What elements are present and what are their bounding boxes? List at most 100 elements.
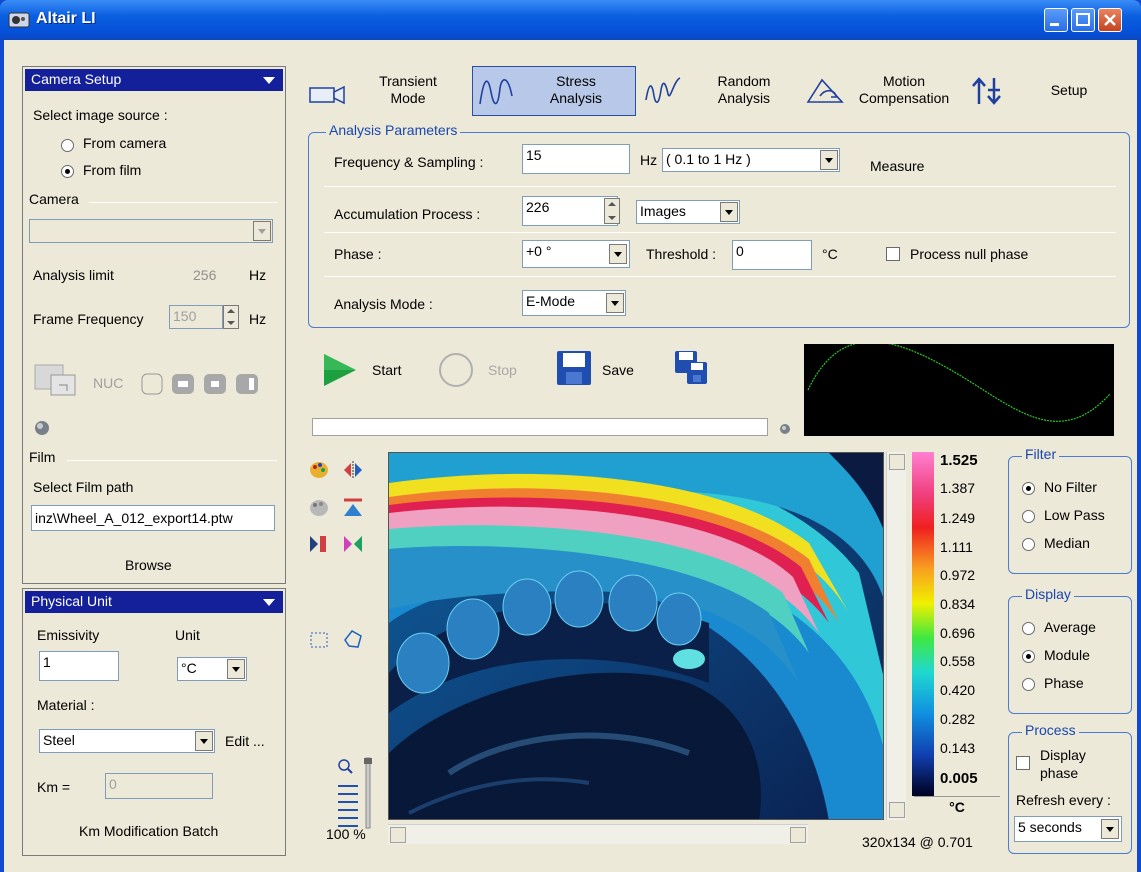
camera-setup-panel: Camera Setup Select image source : From … <box>22 66 286 584</box>
radio-low-pass[interactable] <box>1022 510 1035 523</box>
accumulation-unit-arrow[interactable] <box>720 202 738 222</box>
frame-frequency-stepper[interactable] <box>223 305 239 329</box>
scale-value: 0.972 <box>940 567 976 583</box>
frequency-range-select[interactable]: ( 0.1 to 1 Hz ) <box>662 148 840 172</box>
scale-value: 0.282 <box>940 711 976 727</box>
low-pass-label: Low Pass <box>1044 507 1105 523</box>
from-film-label: From film <box>83 162 142 178</box>
palette-icon[interactable] <box>308 460 330 483</box>
analysis-limit-unit: Hz <box>249 267 267 283</box>
stop-button[interactable]: Stop <box>488 362 517 378</box>
camera-setup-header[interactable]: Camera Setup <box>25 69 283 91</box>
refresh-label: Refresh every : <box>1016 792 1111 808</box>
scale-value: 0.834 <box>940 596 976 612</box>
scale-value: 0.143 <box>940 740 976 756</box>
title-bar[interactable]: Altair LI <box>0 0 1141 40</box>
scroll-left-arrow[interactable] <box>390 827 406 843</box>
app-icon <box>8 10 30 30</box>
frame-frequency-label: Frame Frequency <box>33 311 144 327</box>
material-label: Material : <box>37 697 95 713</box>
save-icon[interactable] <box>556 350 592 389</box>
nuc-mode-button-4[interactable] <box>235 373 259 398</box>
start-button[interactable]: Start <box>372 362 402 378</box>
select-source-label: Select image source : <box>33 107 168 123</box>
process-null-phase-checkbox[interactable] <box>886 247 900 261</box>
flip-vertical-icon[interactable] <box>342 498 364 521</box>
mirror-right-icon[interactable] <box>342 534 364 557</box>
analysis-mode-label: Analysis Mode : <box>334 296 433 312</box>
setup-icon[interactable] <box>970 76 1004 109</box>
radio-phase[interactable] <box>1022 678 1035 691</box>
save-all-icon[interactable] <box>674 350 710 389</box>
nuc-mode-button-3[interactable] <box>203 373 227 398</box>
stop-icon[interactable] <box>438 352 474 391</box>
stress-analysis-button[interactable]: Stress Analysis <box>536 73 616 107</box>
scroll-up-arrow[interactable] <box>889 454 905 470</box>
km-batch-button[interactable]: Km Modification Batch <box>79 823 218 839</box>
phase-select-arrow[interactable] <box>609 244 627 264</box>
phase-option-label: Phase <box>1044 675 1084 691</box>
radio-from-film[interactable] <box>61 165 74 178</box>
nuc-mode-button-2[interactable] <box>171 373 195 398</box>
scroll-right-arrow[interactable] <box>790 827 806 843</box>
stress-analysis-icon[interactable] <box>478 74 514 111</box>
threshold-input[interactable]: 0 <box>732 240 812 270</box>
radio-module[interactable] <box>1022 650 1035 663</box>
rectangle-select-icon[interactable] <box>308 630 330 653</box>
zoom-slider[interactable] <box>334 756 374 833</box>
film-path-input[interactable]: inz\Wheel_A_012_export14.ptw <box>31 505 275 531</box>
transient-mode-icon[interactable] <box>308 82 348 109</box>
image-horizontal-scrollbar[interactable] <box>388 824 808 844</box>
minimize-button[interactable] <box>1044 8 1068 32</box>
emissivity-input[interactable]: 1 <box>39 651 119 681</box>
motion-compensation-icon[interactable] <box>804 76 846 109</box>
measure-button[interactable]: Measure <box>870 158 924 174</box>
physical-unit-panel: Physical Unit Emissivity Unit 1 °C Mater… <box>22 588 286 856</box>
from-camera-label: From camera <box>83 135 167 151</box>
random-analysis-icon[interactable] <box>644 74 684 111</box>
camera-select-arrow[interactable] <box>253 221 271 241</box>
thermal-image[interactable] <box>388 452 884 820</box>
unit-select-arrow[interactable] <box>227 659 245 679</box>
play-icon[interactable] <box>322 352 358 391</box>
save-button[interactable]: Save <box>602 362 634 378</box>
material-select[interactable]: Steel <box>39 729 215 753</box>
material-edit-button[interactable]: Edit ... <box>225 733 265 749</box>
radio-median[interactable] <box>1022 538 1035 551</box>
km-input[interactable]: 0 <box>105 773 213 799</box>
process-title: Process <box>1022 722 1079 738</box>
frame-frequency-field[interactable]: 150 <box>169 305 223 329</box>
radio-from-camera[interactable] <box>61 139 74 152</box>
material-select-arrow[interactable] <box>195 731 213 751</box>
filter-title: Filter <box>1022 446 1060 462</box>
scroll-down-arrow[interactable] <box>889 802 905 818</box>
mirror-left-icon[interactable] <box>308 534 330 557</box>
transient-mode-button[interactable]: Transient Mode <box>368 73 448 107</box>
phase-label: Phase : <box>334 246 382 262</box>
scale-value: 1.387 <box>940 480 976 496</box>
display-phase-checkbox[interactable] <box>1016 756 1030 770</box>
refresh-select-arrow[interactable] <box>1101 819 1119 839</box>
frequency-range-arrow[interactable] <box>820 150 838 170</box>
physical-unit-header[interactable]: Physical Unit <box>25 591 283 613</box>
random-analysis-button[interactable]: Random Analysis <box>704 73 784 107</box>
image-vertical-scrollbar[interactable] <box>886 452 906 820</box>
nuc-mode-button-1[interactable] <box>141 373 163 398</box>
camera-select[interactable] <box>29 219 273 243</box>
palette-gray-icon[interactable] <box>308 498 330 521</box>
scale-value: 1.111 <box>940 539 973 555</box>
polygon-select-icon[interactable] <box>342 628 364 653</box>
flip-horizontal-icon[interactable] <box>342 460 364 483</box>
browse-button[interactable]: Browse <box>125 557 172 573</box>
radio-no-filter[interactable] <box>1022 482 1035 495</box>
scale-value: 0.558 <box>940 653 976 669</box>
motion-compensation-button[interactable]: Motion Compensation <box>844 73 964 107</box>
progress-bar <box>312 418 768 436</box>
analysis-mode-arrow[interactable] <box>606 293 624 313</box>
setup-button[interactable]: Setup <box>1034 82 1104 99</box>
accumulation-stepper[interactable] <box>604 198 620 224</box>
maximize-button[interactable] <box>1071 8 1095 32</box>
frequency-input[interactable]: 15 <box>522 144 630 174</box>
radio-average[interactable] <box>1022 622 1035 635</box>
close-button[interactable] <box>1098 8 1122 32</box>
